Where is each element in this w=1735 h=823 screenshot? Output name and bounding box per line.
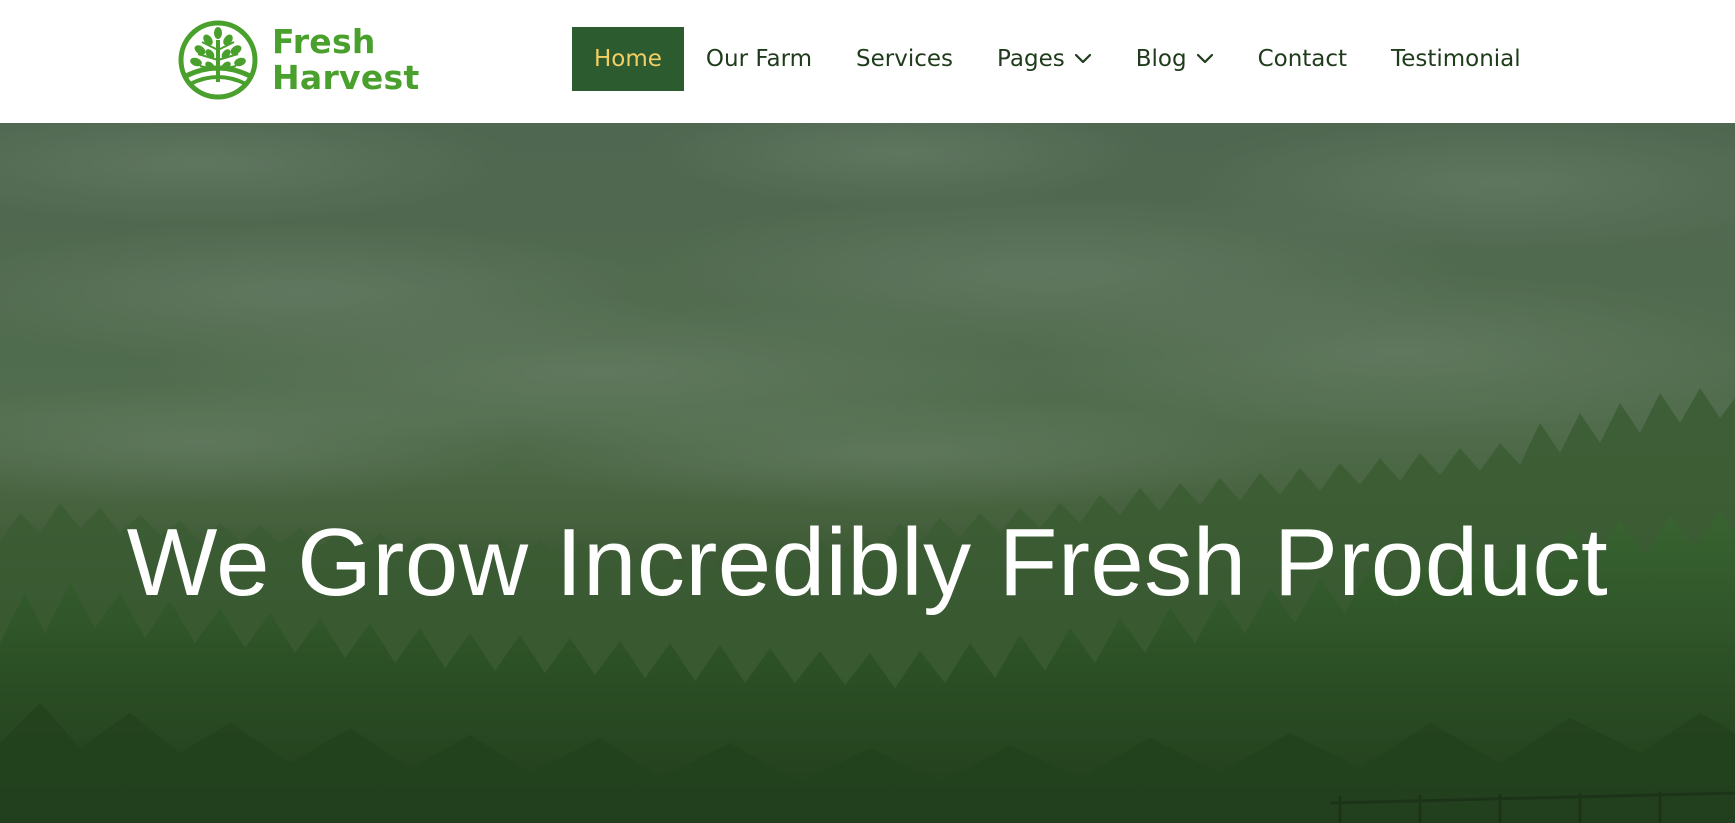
chevron-down-icon <box>1196 53 1213 64</box>
hero-overlay <box>0 123 1735 823</box>
nav-item-label: Home <box>594 46 662 72</box>
nav-item-blog[interactable]: Blog <box>1114 27 1236 91</box>
nav-item-label: Services <box>856 46 954 72</box>
nav-item-label: Testimonial <box>1391 46 1521 72</box>
hero-title: We Grow Incredibly Fresh Product <box>126 509 1609 616</box>
nav-item-services[interactable]: Services <box>834 27 975 91</box>
nav-item-label: Pages <box>997 46 1065 72</box>
brand-name-line1: Fresh <box>272 22 376 61</box>
nav-item-our-farm[interactable]: Our Farm <box>684 27 834 91</box>
nav-item-home[interactable]: Home <box>572 27 684 91</box>
nav-item-contact[interactable]: Contact <box>1236 27 1369 91</box>
nav-item-testimonial[interactable]: Testimonial <box>1369 27 1543 91</box>
site-header: Fresh Harvest Home Our Farm Services Pag… <box>0 0 1735 123</box>
chevron-down-icon <box>1074 53 1091 64</box>
nav-item-pages[interactable]: Pages <box>975 27 1114 91</box>
nav-item-label: Blog <box>1135 46 1187 72</box>
hero-banner: We Grow Incredibly Fresh Product <box>0 123 1735 823</box>
brand-logo[interactable]: Fresh Harvest <box>170 20 420 100</box>
tree-in-circle-icon <box>178 20 258 100</box>
brand-name: Fresh Harvest <box>272 24 420 96</box>
nav-item-label: Contact <box>1257 46 1348 72</box>
nav-item-label: Our Farm <box>705 46 813 72</box>
brand-name-line2: Harvest <box>272 58 420 97</box>
main-nav: Home Our Farm Services Pages Blog Contac… <box>572 27 1543 91</box>
